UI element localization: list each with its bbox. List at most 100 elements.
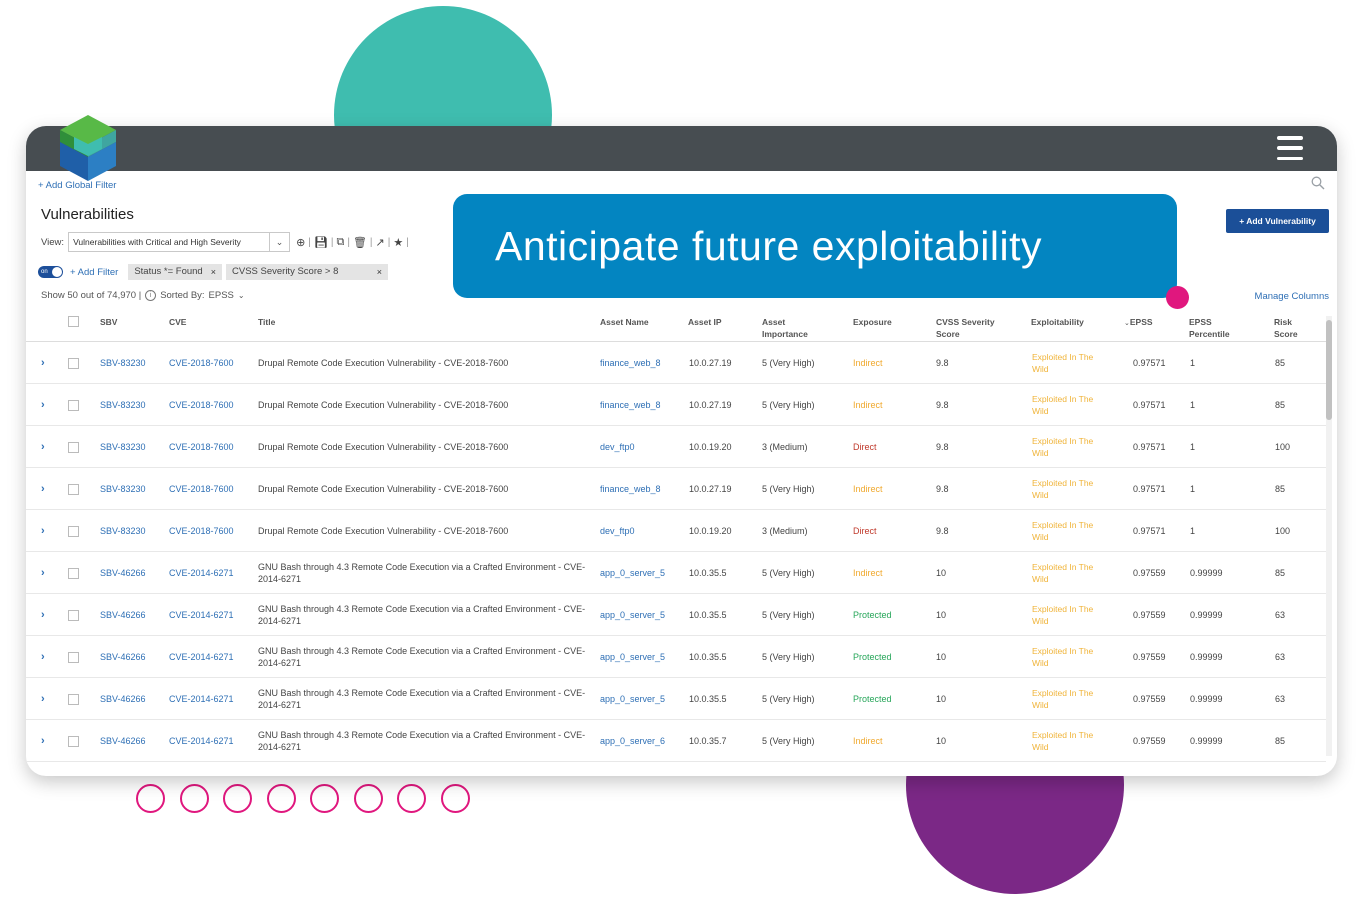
row-checkbox[interactable] [68, 342, 79, 384]
select-all-checkbox[interactable] [68, 316, 79, 327]
row-checkbox[interactable] [68, 594, 79, 636]
column-header-title[interactable]: Title [258, 316, 275, 328]
cell-cve[interactable]: CVE-2018-7600 [169, 342, 234, 384]
cell-cve[interactable]: CVE-2018-7600 [169, 384, 234, 426]
trash-icon[interactable]: 🗑︎ [353, 236, 367, 249]
close-icon[interactable]: × [211, 264, 216, 280]
cell-asset-name[interactable]: app_0_server_5 [600, 636, 665, 678]
cell-asset-name[interactable]: app_0_server_5 [600, 678, 665, 720]
cell-cve[interactable]: CVE-2018-7600 [169, 510, 234, 552]
cell-cve[interactable]: CVE-2018-7600 [169, 468, 234, 510]
chevron-right-icon[interactable]: › [41, 342, 45, 384]
save-icon[interactable]: 💾︎ [314, 236, 328, 249]
chevron-right-icon[interactable]: › [41, 594, 45, 636]
star-icon[interactable]: ★ [393, 236, 403, 249]
cell-sbv[interactable]: SBV-83230 [100, 510, 146, 552]
sorted-value[interactable]: EPSS [209, 290, 234, 301]
table-row[interactable]: › SBV-46266 CVE-2014-6271 GNU Bash through … [26, 678, 1326, 720]
column-header-cvss[interactable]: CVSS Severity Score [936, 316, 1006, 340]
cell-sbv[interactable]: SBV-83230 [100, 426, 146, 468]
info-icon[interactable]: i [145, 290, 157, 301]
cell-cve[interactable]: CVE-2014-6271 [169, 552, 234, 594]
table-row[interactable]: › SBV-83230 CVE-2018-7600 Drupal Remote Cod… [26, 384, 1326, 426]
chevron-right-icon[interactable]: › [41, 636, 45, 678]
row-checkbox[interactable] [68, 384, 79, 426]
cell-sbv[interactable]: SBV-46266 [100, 552, 146, 594]
chevron-right-icon[interactable]: › [41, 678, 45, 720]
copy-icon[interactable]: ⧉ [336, 236, 344, 249]
row-checkbox[interactable] [68, 552, 79, 594]
cell-asset-name[interactable]: dev_ftp0 [600, 426, 635, 468]
cell-asset-name[interactable]: finance_web_8 [600, 384, 661, 426]
chevron-down-icon[interactable]: ⌄ [238, 291, 245, 300]
cell-sbv[interactable]: SBV-83230 [100, 384, 146, 426]
search-icon[interactable] [1311, 176, 1325, 190]
row-checkbox[interactable] [68, 678, 79, 720]
add-vulnerability-button[interactable]: + Add Vulnerability [1226, 209, 1329, 233]
table-row[interactable]: › SBV-46266 CVE-2014-6271 GNU Bash through … [26, 636, 1326, 678]
cell-sbv[interactable]: SBV-83230 [100, 342, 146, 384]
cell-asset-ip: 10.0.35.5 [689, 568, 727, 578]
close-icon[interactable]: × [377, 264, 382, 280]
cell-cvss: 9.8 [936, 484, 949, 494]
column-header-asset-ip[interactable]: Asset IP [688, 316, 722, 328]
table-row[interactable]: › SBV-83230 CVE-2018-7600 Drupal Remote Cod… [26, 426, 1326, 468]
chevron-right-icon[interactable]: › [41, 384, 45, 426]
row-checkbox[interactable] [68, 510, 79, 552]
column-header-exploitability[interactable]: Exploitability [1031, 316, 1084, 328]
cell-cve[interactable]: CVE-2014-6271 [169, 594, 234, 636]
column-header-epss[interactable]: ⌄EPSS [1124, 316, 1153, 330]
chevron-right-icon[interactable]: › [41, 426, 45, 468]
cell-cve[interactable]: CVE-2014-6271 [169, 720, 234, 762]
cell-asset-name[interactable]: app_0_server_5 [600, 552, 665, 594]
cell-sbv[interactable]: SBV-46266 [100, 720, 146, 762]
cell-exposure: Direct [853, 442, 877, 452]
cell-sbv[interactable]: SBV-46266 [100, 594, 146, 636]
column-header-exposure[interactable]: Exposure [853, 316, 892, 328]
cell-asset-name[interactable]: dev_ftp0 [600, 510, 635, 552]
cell-epss-percentile: 0.99999 [1190, 736, 1223, 746]
cell-cve[interactable]: CVE-2014-6271 [169, 678, 234, 720]
column-header-cve[interactable]: CVE [169, 316, 186, 328]
table-row[interactable]: › SBV-46266 CVE-2014-6271 GNU Bash through … [26, 594, 1326, 636]
table-row[interactable]: › SBV-83230 CVE-2018-7600 Drupal Remote Cod… [26, 342, 1326, 384]
table-row[interactable]: › SBV-83230 CVE-2018-7600 Drupal Remote Cod… [26, 468, 1326, 510]
add-filter-link[interactable]: + Add Filter [70, 267, 118, 278]
column-header-asset-name[interactable]: Asset Name [600, 316, 649, 328]
row-checkbox[interactable] [68, 426, 79, 468]
row-checkbox[interactable] [68, 636, 79, 678]
chevron-right-icon[interactable]: › [41, 720, 45, 762]
cell-sbv[interactable]: SBV-46266 [100, 678, 146, 720]
view-select[interactable]: Vulnerabilities with Critical and High S… [68, 232, 291, 252]
share-icon[interactable]: ↗ [376, 236, 385, 249]
cell-epss: 0.97571 [1133, 526, 1166, 536]
table-row[interactable]: › SBV-83230 CVE-2018-7600 Drupal Remote Cod… [26, 510, 1326, 552]
column-header-epss-percentile[interactable]: EPSS Percentile [1189, 316, 1239, 340]
column-header-asset-importance[interactable]: Asset Importance [762, 316, 822, 340]
hamburger-menu-icon[interactable] [1277, 136, 1303, 160]
table-row[interactable]: › SBV-46266 CVE-2014-6271 GNU Bash through … [26, 720, 1326, 762]
filter-chip-status[interactable]: Status *= Found × [128, 264, 222, 280]
column-header-sbv[interactable]: SBV [100, 316, 117, 328]
row-checkbox[interactable] [68, 468, 79, 510]
chevron-right-icon[interactable]: › [41, 468, 45, 510]
chevron-right-icon[interactable]: › [41, 552, 45, 594]
manage-columns-link[interactable]: Manage Columns [1255, 291, 1329, 302]
filter-chip-cvss[interactable]: CVSS Severity Score > 8 × [226, 264, 388, 280]
row-checkbox[interactable] [68, 720, 79, 762]
cell-asset-importance: 3 (Medium) [762, 442, 808, 452]
cell-asset-name[interactable]: finance_web_8 [600, 468, 661, 510]
cell-sbv[interactable]: SBV-83230 [100, 468, 146, 510]
cell-sbv[interactable]: SBV-46266 [100, 636, 146, 678]
cell-asset-name[interactable]: app_0_server_5 [600, 594, 665, 636]
cell-asset-name[interactable]: app_0_server_6 [600, 720, 665, 762]
filter-toggle[interactable]: on [38, 266, 63, 278]
cell-cve[interactable]: CVE-2014-6271 [169, 636, 234, 678]
cell-asset-name[interactable]: finance_web_8 [600, 342, 661, 384]
table-scrollbar[interactable] [1326, 316, 1332, 756]
table-row[interactable]: › SBV-46266 CVE-2014-6271 GNU Bash through … [26, 552, 1326, 594]
cell-cve[interactable]: CVE-2018-7600 [169, 426, 234, 468]
column-header-risk-score[interactable]: Risk Score [1274, 316, 1308, 340]
add-circle-icon[interactable]: ⊕ [296, 236, 305, 249]
chevron-right-icon[interactable]: › [41, 510, 45, 552]
